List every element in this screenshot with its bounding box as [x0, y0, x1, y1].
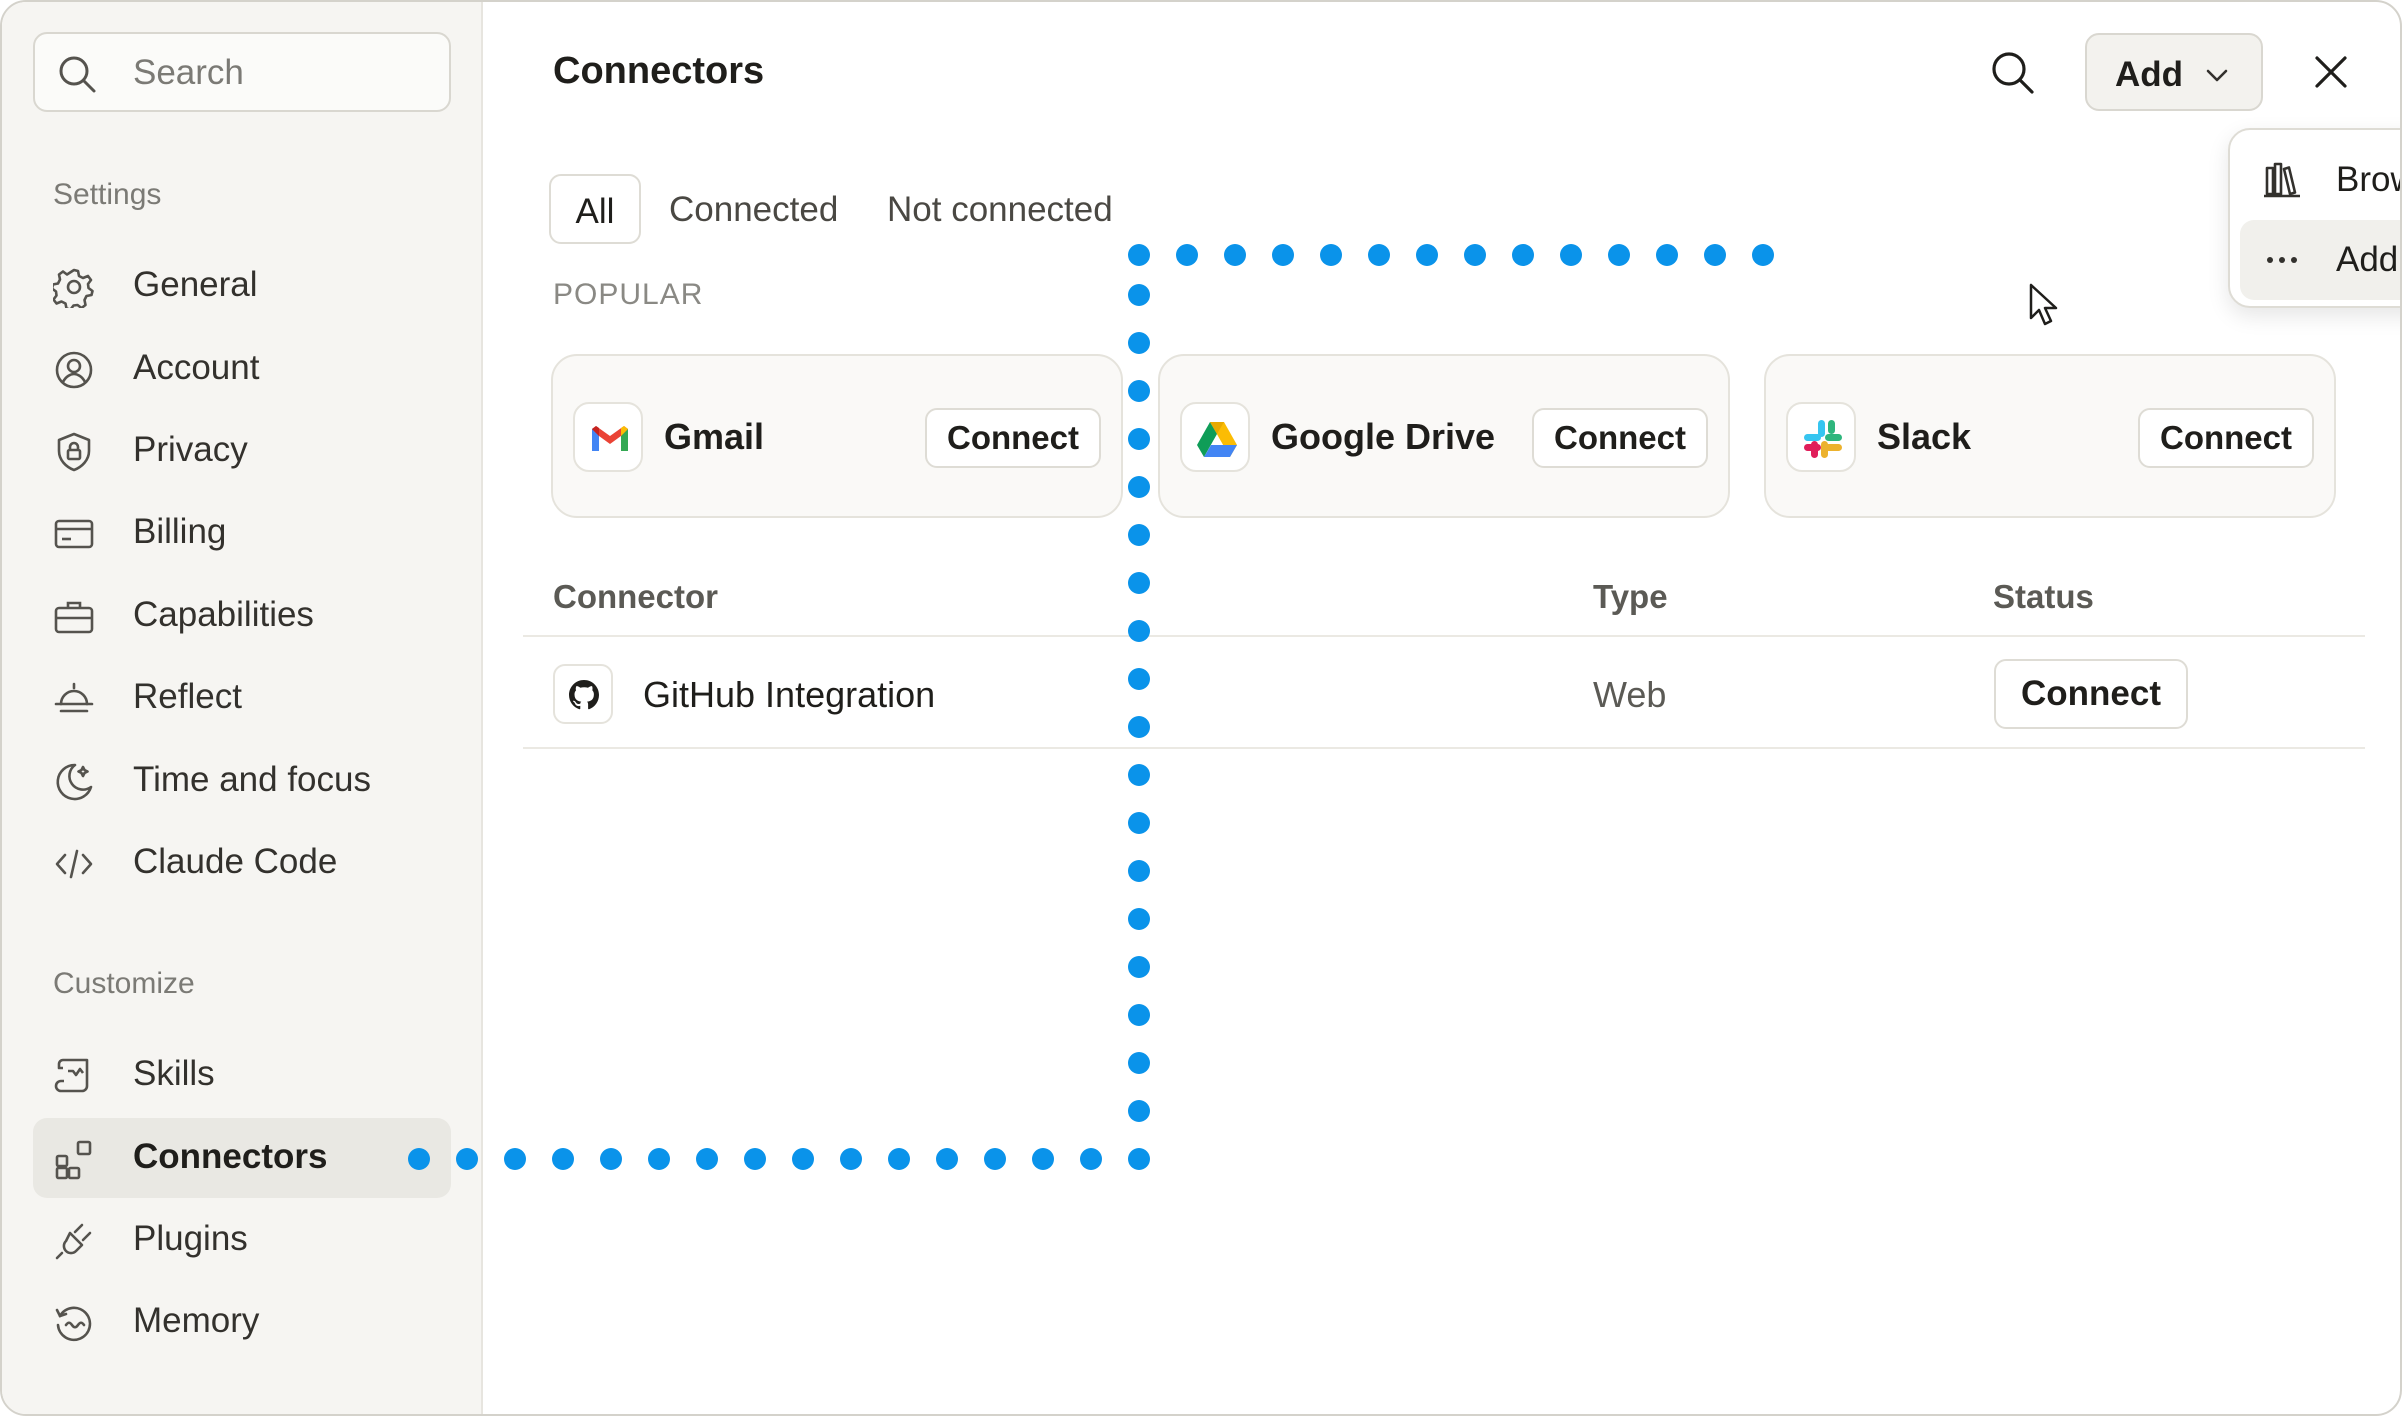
connect-button[interactable]: Connect: [2138, 408, 2314, 468]
connector-name: Slack: [1877, 416, 1972, 457]
code-icon: [55, 849, 93, 879]
column-header-connector: Connector: [553, 578, 718, 615]
sidebar-item-capabilities[interactable]: Capabilities: [33, 576, 451, 656]
books-icon: [2264, 162, 2300, 198]
popular-section-label: POPULAR: [553, 278, 704, 311]
sidebar-item-privacy[interactable]: Privacy: [33, 411, 451, 491]
sidebar-item-skills[interactable]: Skills: [33, 1035, 451, 1115]
sidebar-item-label: Time and focus: [133, 760, 371, 799]
tab-not-connected[interactable]: Not connected: [887, 174, 1113, 244]
settings-window: Settings General Account Privacy Billin: [0, 0, 2402, 1416]
gear-icon: [53, 268, 94, 308]
sidebar-search-input[interactable]: [133, 48, 433, 98]
slack-logo: [1786, 402, 1856, 472]
gmail-icon: [592, 426, 628, 451]
sidebar-item-time-and-focus[interactable]: Time and focus: [33, 741, 451, 821]
main-content: Connectors Add All Connected Not connect…: [483, 2, 2400, 1414]
sidebar-item-label: Connectors: [133, 1137, 328, 1176]
more-horizontal-icon: [2267, 257, 2297, 263]
connector-name: GitHub Integration: [643, 674, 936, 715]
sidebar-item-connectors[interactable]: Connectors: [33, 1118, 451, 1198]
sidebar-item-label: Account: [133, 348, 260, 387]
sidebar-item-label: Privacy: [133, 430, 248, 469]
add-button-label: Add: [2115, 55, 2184, 94]
github-icon: [569, 680, 599, 710]
sidebar-item-memory[interactable]: Memory: [33, 1282, 451, 1362]
sidebar-search[interactable]: [33, 32, 451, 112]
sidebar-item-label: Plugins: [133, 1219, 248, 1258]
connector-card-gmail[interactable]: Gmail Connect: [551, 354, 1123, 518]
menu-item-label: Browse connectors: [2336, 160, 2400, 199]
connector-name: Google Drive: [1271, 416, 1496, 457]
add-menu: Browse connectors Add custom connector: [2228, 128, 2400, 308]
sidebar-item-label: Billing: [133, 512, 227, 551]
google-drive-logo: [1180, 402, 1250, 472]
chevron-down-icon: [2206, 69, 2228, 82]
sidebar-item-reflect[interactable]: Reflect: [33, 658, 451, 738]
sidebar-item-account[interactable]: Account: [33, 329, 451, 409]
settings-section-label: Settings: [53, 178, 162, 211]
menu-item-add-custom-connector[interactable]: Add custom connector: [2240, 220, 2400, 300]
grid-plus-icon: [55, 1140, 92, 1180]
connector-type: Web: [1593, 674, 1667, 715]
sidebar-item-label: Claude Code: [133, 842, 338, 881]
column-header-type: Type: [1593, 578, 1668, 615]
moon-icon: [56, 763, 93, 801]
sidebar-item-claude-code[interactable]: Claude Code: [33, 823, 451, 903]
history-icon: [55, 1306, 92, 1342]
sidebar-item-billing[interactable]: Billing: [33, 493, 451, 573]
connector-card-slack[interactable]: Slack Connect: [1764, 354, 2336, 518]
tab-all[interactable]: All: [549, 174, 641, 244]
menu-item-browse-connectors[interactable]: Browse connectors: [2240, 140, 2400, 220]
sidebar-item-label: General: [133, 265, 258, 304]
table-header-divider: [523, 635, 2365, 637]
sidebar-item-label: Capabilities: [133, 595, 314, 634]
google-drive-icon: [1197, 422, 1237, 457]
connector-card-google-drive[interactable]: Google Drive Connect: [1158, 354, 1730, 518]
connect-button[interactable]: Connect: [1532, 408, 1708, 468]
add-button[interactable]: Add: [2085, 33, 2263, 111]
gmail-logo: [573, 402, 643, 472]
connect-button[interactable]: Connect: [925, 408, 1101, 468]
briefcase-icon: [54, 601, 94, 634]
menu-item-label: Add custom connector: [2336, 240, 2400, 279]
page-title: Connectors: [553, 50, 765, 92]
connect-button[interactable]: Connect: [1994, 659, 2188, 729]
scroll-icon: [54, 1058, 89, 1093]
customize-section-label: Customize: [53, 967, 195, 1000]
sidebar-item-label: Skills: [133, 1054, 215, 1093]
tab-connected[interactable]: Connected: [669, 174, 838, 244]
table-row-divider: [523, 747, 2365, 749]
credit-card-icon: [54, 519, 94, 549]
column-header-status: Status: [1993, 578, 2094, 615]
sidebar-item-plugins[interactable]: Plugins: [33, 1200, 451, 1280]
sidebar: Settings General Account Privacy Billin: [2, 2, 483, 1414]
close-icon[interactable]: [2309, 50, 2353, 94]
sidebar-item-label: Memory: [133, 1301, 260, 1340]
mouse-cursor-icon: [2029, 283, 2058, 326]
search-icon[interactable]: [1988, 48, 2036, 96]
plug-icon: [55, 1223, 92, 1260]
sunrise-icon: [54, 682, 94, 713]
connector-name: Gmail: [664, 416, 765, 457]
shield-lock-icon: [57, 432, 91, 472]
slack-icon: [1804, 420, 1842, 458]
user-circle-icon: [55, 351, 93, 389]
github-logo: [553, 664, 613, 724]
sidebar-item-general[interactable]: General: [33, 246, 451, 326]
search-icon: [59, 56, 96, 93]
sidebar-item-label: Reflect: [133, 677, 242, 716]
